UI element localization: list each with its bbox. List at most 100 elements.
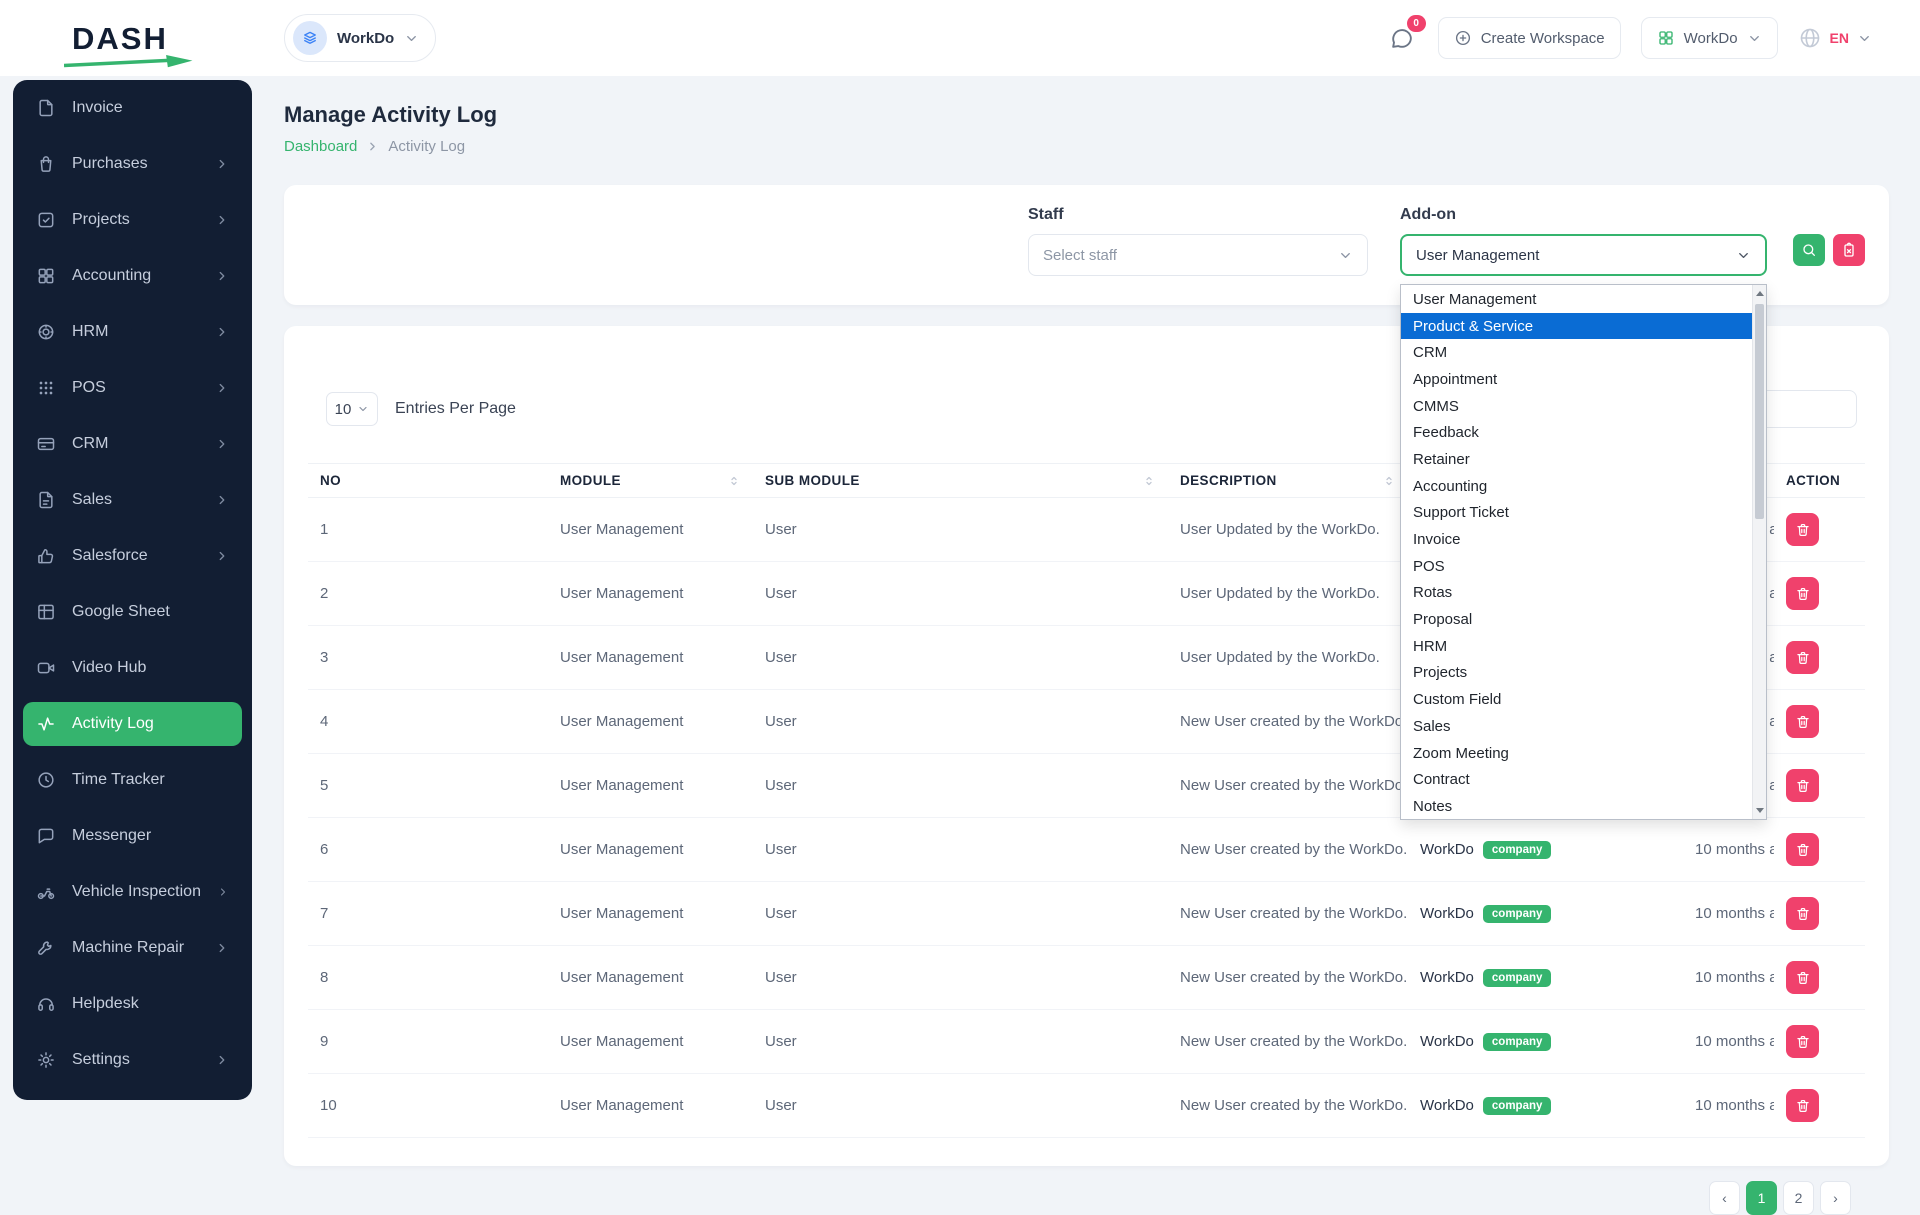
sidebar-item[interactable]: Video Hub [23,646,242,690]
breadcrumb-current: Activity Log [388,138,465,155]
sidebar-item[interactable]: HRM [23,310,242,354]
table-column-header[interactable]: SUB MODULE [753,464,1168,498]
dropdown-option[interactable]: Proposal [1401,606,1752,633]
addon-select[interactable]: User Management [1400,234,1767,276]
delete-button[interactable] [1786,1089,1819,1122]
dropdown-option[interactable]: Feedback [1401,419,1752,446]
app-logo[interactable]: DASH [0,23,252,54]
dropdown-option[interactable]: Accounting [1401,473,1752,500]
action-cell [1774,562,1865,626]
sidebar-item[interactable]: Sales [23,478,242,522]
pagination-button[interactable]: ‹ [1709,1181,1740,1215]
scrollbar-thumb[interactable] [1755,304,1764,519]
table-column-header[interactable]: DESCRIPTION [1168,464,1408,498]
dropdown-option[interactable]: Notes [1401,793,1752,820]
pagination-button[interactable]: 2 [1783,1181,1814,1215]
language-selector[interactable]: EN [1798,26,1872,50]
dropdown-scrollbar[interactable] [1752,285,1766,819]
chevron-down-icon [1736,248,1751,263]
pagination-button[interactable]: › [1820,1181,1851,1215]
scroll-down-arrow-icon[interactable] [1753,803,1766,818]
sidebar-item[interactable]: Vehicle Inspection [23,870,242,914]
sidebar-item[interactable]: Projects [23,198,242,242]
description-cell: New User created by the WorkDo. [1168,818,1408,882]
pagination: ‹ 1 2 › [308,1181,1851,1215]
entries-per-page-select[interactable]: 10 [326,392,378,426]
dropdown-option[interactable]: User Management [1401,286,1752,313]
sidebar-item[interactable]: Helpdesk [23,982,242,1026]
sidebar-item[interactable]: Purchases [23,142,242,186]
delete-button[interactable] [1786,1025,1819,1058]
dropdown-option[interactable]: Sales [1401,713,1752,740]
layers-icon [301,29,319,47]
create-workspace-label: Create Workspace [1481,30,1605,47]
table-column-header[interactable]: ACTION [1774,464,1865,498]
delete-button[interactable] [1786,833,1819,866]
sidebar-item[interactable]: Salesforce [23,534,242,578]
sidebar-item[interactable]: Google Sheet [23,590,242,634]
pagination-button[interactable]: 1 [1746,1181,1777,1215]
sidebar-item-icon [36,266,56,286]
sidebar-item[interactable]: Messenger [23,814,242,858]
dropdown-option[interactable]: Projects [1401,660,1752,687]
dropdown-option[interactable]: CMMS [1401,393,1752,420]
sidebar-item-label: Projects [72,211,130,229]
sort-icon[interactable] [1142,474,1156,488]
sidebar-item-label: Machine Repair [72,939,184,957]
delete-button[interactable] [1786,769,1819,802]
dropdown-option[interactable]: Custom Field [1401,686,1752,713]
sidebar-item[interactable]: Settings [23,1038,242,1082]
app-menu-button[interactable]: WorkDo [1641,17,1778,59]
dropdown-option[interactable]: CRM [1401,339,1752,366]
sidebar-item[interactable]: Accounting [23,254,242,298]
dropdown-option[interactable]: Retainer [1401,446,1752,473]
dropdown-option[interactable]: HRM [1401,633,1752,660]
delete-button[interactable] [1786,577,1819,610]
language-code: EN [1830,30,1849,46]
sub-module-cell: User [753,882,1168,946]
dropdown-option[interactable]: Invoice [1401,526,1752,553]
row-number-cell: 2 [308,562,548,626]
sidebar-item[interactable]: Time Tracker [23,758,242,802]
sidebar-item[interactable]: Machine Repair [23,926,242,970]
table-column-header[interactable]: NO [308,464,548,498]
delete-button[interactable] [1786,961,1819,994]
staff-select[interactable]: Select staff [1028,234,1368,276]
sidebar-item[interactable]: POS [23,366,242,410]
dropdown-option[interactable]: POS [1401,553,1752,580]
delete-button[interactable] [1786,897,1819,930]
scroll-up-arrow-icon[interactable] [1753,286,1766,301]
dropdown-option[interactable]: Zoom Meeting [1401,740,1752,767]
trash-icon [1795,650,1811,666]
workspace-switcher[interactable]: WorkDo [284,14,436,62]
staff-filter-field: Staff Select staff [1028,205,1368,276]
sidebar-menu: Invoice Purchases Projects Accounting [23,86,242,1082]
dropdown-option[interactable]: Contract [1401,766,1752,793]
logo-arrow-icon [64,54,196,70]
sidebar-item-icon [36,770,56,790]
dropdown-option[interactable]: Support Ticket [1401,500,1752,527]
logo-text: DASH [72,23,168,54]
reset-filter-button[interactable] [1833,234,1865,266]
dropdown-option[interactable]: Product & Service [1401,313,1752,340]
table-column-header[interactable]: MODULE [548,464,753,498]
sidebar-item[interactable]: Invoice [23,86,242,130]
sidebar-item[interactable]: CRM [23,422,242,466]
notifications-button[interactable]: 0 [1385,22,1418,55]
sub-module-cell: User [753,1010,1168,1074]
staff-company-badge: company [1483,969,1552,987]
delete-button[interactable] [1786,705,1819,738]
description-cell: New User created by the WorkDo. [1168,1074,1408,1138]
chevron-right-icon [215,1053,229,1067]
delete-button[interactable] [1786,641,1819,674]
dropdown-option[interactable]: Rotas [1401,580,1752,607]
search-button[interactable] [1793,234,1825,266]
sidebar-item[interactable]: Activity Log [23,702,242,746]
sort-icon[interactable] [1382,474,1396,488]
create-workspace-button[interactable]: Create Workspace [1438,17,1621,59]
delete-button[interactable] [1786,513,1819,546]
sort-icon[interactable] [727,474,741,488]
dropdown-option[interactable]: Appointment [1401,366,1752,393]
description-cell: User Updated by the WorkDo. [1168,498,1408,562]
breadcrumb-dashboard-link[interactable]: Dashboard [284,138,357,155]
